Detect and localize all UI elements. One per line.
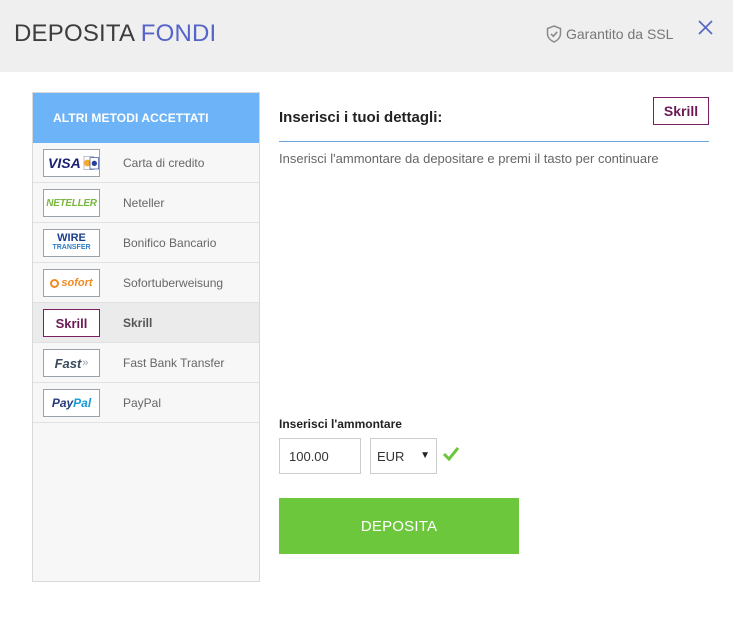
shield-check-icon <box>546 25 562 43</box>
sofort-circle-icon <box>50 278 60 288</box>
details-heading: Inserisci i tuoi dettagli: <box>279 109 443 126</box>
fast-logo-text: Fast <box>54 355 82 371</box>
sidebar-item-label: Carta di credito <box>123 155 205 170</box>
sidebar-item-label: Fast Bank Transfer <box>123 355 225 370</box>
sidebar-item-label: Skrill <box>123 315 153 330</box>
checkmark-icon <box>442 446 460 467</box>
paypal-logo: Pay Pal <box>43 389 100 417</box>
sidebar-item-label: Neteller <box>123 195 165 210</box>
visa-logo-text: VISA <box>48 155 81 171</box>
close-icon[interactable] <box>696 18 716 38</box>
sidebar-item-sofort[interactable]: sofort Sofortuberweisung <box>33 263 259 303</box>
selected-method-badge: Skrill <box>653 97 709 125</box>
sidebar-item-label: Sofortuberweisung <box>123 275 224 290</box>
wire-transfer-logo: WIRE TRANSFER <box>43 229 100 257</box>
sidebar-item-bank-wire[interactable]: WIRE TRANSFER Bonifico Bancario <box>33 223 259 263</box>
sidebar-item-paypal[interactable]: Pay Pal PayPal <box>33 383 259 423</box>
paypal-logo-text-b: Pal <box>73 396 92 410</box>
dropdown-arrow-icon: ▼ <box>420 450 430 461</box>
sidebar-heading: ALTRI METODI ACCETTATI <box>33 93 259 143</box>
amount-label: Inserisci l'ammontare <box>279 417 402 431</box>
sidebar-item-skrill[interactable]: Skrill Skrill <box>33 303 259 343</box>
sidebar-item-neteller[interactable]: NETELLER Neteller <box>33 183 259 223</box>
instructions-text: Inserisci l'ammontare da depositare e pr… <box>279 151 659 166</box>
transfer-logo-text: TRANSFER <box>52 244 91 251</box>
double-chevron-icon: » <box>82 357 89 369</box>
payment-methods-panel: ALTRI METODI ACCETTATI VISA Carta di cre… <box>32 92 260 582</box>
sofort-logo: sofort <box>43 269 100 297</box>
sidebar-item-label: PayPal <box>123 395 162 410</box>
title-part2: FONDI <box>140 20 217 47</box>
skrill-logo: Skrill <box>43 309 100 337</box>
paypal-logo-text-a: Pay <box>51 396 74 410</box>
modal-header: DEPOSITA FONDI Garantito da SSL <box>0 0 733 72</box>
neteller-logo-text: NETELLER <box>46 197 97 209</box>
currency-value: EUR <box>377 448 405 464</box>
neteller-logo: NETELLER <box>43 189 100 217</box>
wire-logo-text: WIRE <box>57 232 86 244</box>
sidebar-item-label: Bonifico Bancario <box>123 235 217 250</box>
sidebar-item-fast-bank[interactable]: Fast » Fast Bank Transfer <box>33 343 259 383</box>
sidebar-item-credit-card[interactable]: VISA Carta di credito <box>33 143 259 183</box>
sofort-logo-text: sofort <box>61 277 93 289</box>
visa-logo: VISA <box>43 149 100 177</box>
amount-input[interactable] <box>279 438 361 474</box>
card-brands-icon <box>83 156 99 170</box>
title-part1: DEPOSITA <box>14 20 134 47</box>
skrill-logo-text: Skrill <box>55 315 88 331</box>
ssl-text: Garantito da SSL <box>566 26 674 42</box>
fast-transfer-logo: Fast » <box>43 349 100 377</box>
page-title: DEPOSITA FONDI <box>14 20 216 48</box>
currency-select[interactable]: EUR ▼ <box>370 438 437 474</box>
divider <box>279 141 709 142</box>
ssl-badge: Garantito da SSL <box>546 25 673 43</box>
deposit-button[interactable]: DEPOSITA <box>279 498 519 554</box>
